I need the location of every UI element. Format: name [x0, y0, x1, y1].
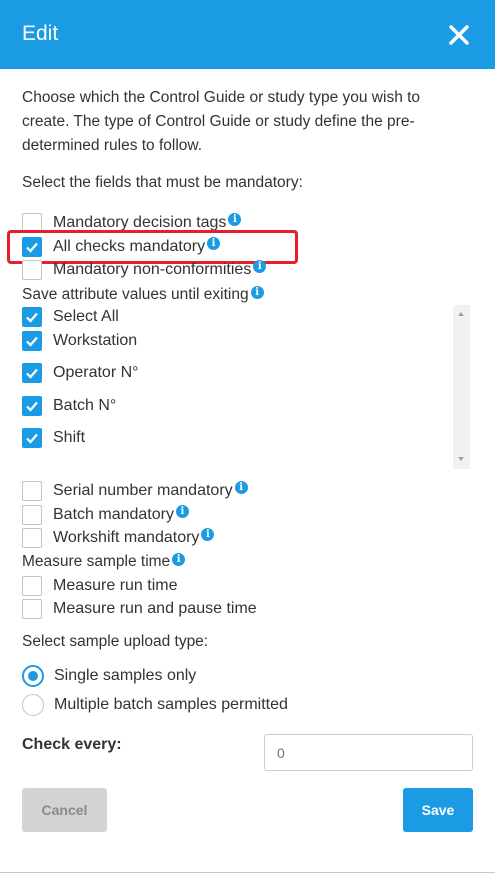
batch-mandatory-option[interactable]: Batch mandatory i	[22, 504, 189, 526]
measure-run-time-option[interactable]: Measure run time	[22, 575, 178, 597]
batch-label: Batch N°	[53, 397, 117, 414]
select-all-option[interactable]: Select All	[22, 306, 119, 328]
batch-mandatory-label: Batch mandatory	[53, 506, 174, 523]
batch-option[interactable]: Batch N°	[22, 395, 116, 417]
attributes-list[interactable]: Select All Workstation Operator N° Batch…	[22, 305, 470, 469]
save-button[interactable]: Save	[403, 788, 473, 832]
checkmark-icon	[26, 368, 38, 379]
mandatory-non-conformities-label: Mandatory non-conformities	[53, 261, 252, 278]
measure-run-pause-time-label: Measure run and pause time	[53, 600, 257, 617]
mandatory-non-conformities-checkbox[interactable]	[22, 260, 42, 280]
workstation-checkbox[interactable]	[22, 331, 42, 351]
operator-option[interactable]: Operator N°	[22, 362, 139, 384]
modal-title: Edit	[22, 22, 59, 45]
checkmark-icon	[26, 433, 38, 444]
workshift-mandatory-checkbox[interactable]	[22, 528, 42, 548]
measure-run-time-checkbox[interactable]	[22, 576, 42, 596]
workshift-mandatory-label: Workshift mandatory	[53, 529, 200, 546]
upload-type-label: Select sample upload type:	[22, 633, 209, 650]
select-all-label: Select All	[53, 308, 119, 325]
modal-header: Edit	[0, 0, 495, 69]
single-samples-label: Single samples only	[54, 667, 197, 684]
save-attributes-label-text: Save attribute values until exiting	[22, 286, 249, 303]
shift-option[interactable]: Shift	[22, 427, 85, 449]
mandatory-non-conformities-option[interactable]: Mandatory non-conformities i	[22, 259, 267, 281]
info-icon[interactable]: i	[250, 286, 264, 299]
scroll-up-icon[interactable]	[458, 312, 464, 316]
batch-mandatory-checkbox[interactable]	[22, 505, 42, 525]
multiple-batch-label: Multiple batch samples permitted	[54, 696, 288, 713]
save-attributes-label: Save attribute values until exiting i	[22, 286, 264, 304]
info-icon[interactable]: i	[172, 553, 186, 566]
cancel-button[interactable]: Cancel	[22, 788, 107, 832]
multiple-batch-option[interactable]: Multiple batch samples permitted	[22, 694, 288, 716]
scroll-down-icon[interactable]	[458, 457, 464, 461]
intro-text: Choose which the Control Guide or study …	[22, 89, 421, 154]
single-samples-option[interactable]: Single samples only	[22, 665, 196, 687]
batch-checkbox[interactable]	[22, 396, 42, 416]
workstation-option[interactable]: Workstation	[22, 330, 137, 352]
checkmark-icon	[26, 401, 38, 412]
divider	[0, 872, 495, 873]
checkmark-icon	[26, 336, 38, 347]
info-icon[interactable]: i	[175, 504, 189, 518]
measure-sample-time-label: Measure sample time i	[22, 553, 186, 571]
shift-label: Shift	[53, 429, 86, 446]
close-icon[interactable]	[448, 24, 470, 46]
serial-number-mandatory-label: Serial number mandatory	[53, 482, 233, 499]
checkmark-icon	[26, 312, 38, 323]
info-icon[interactable]: i	[234, 480, 248, 494]
mandatory-section-label: Select the fields that must be mandatory…	[22, 174, 303, 191]
serial-number-mandatory-option[interactable]: Serial number mandatory i	[22, 480, 248, 502]
operator-checkbox[interactable]	[22, 363, 42, 383]
measure-run-pause-time-checkbox[interactable]	[22, 599, 42, 619]
check-every-input[interactable]	[264, 734, 473, 771]
multiple-batch-radio[interactable]	[22, 694, 44, 716]
workstation-label: Workstation	[53, 332, 138, 349]
measure-run-time-label: Measure run time	[53, 577, 178, 594]
measure-run-pause-time-option[interactable]: Measure run and pause time	[22, 598, 257, 620]
shift-checkbox[interactable]	[22, 428, 42, 448]
measure-sample-time-label-text: Measure sample time	[22, 553, 171, 570]
info-icon[interactable]: i	[201, 527, 215, 541]
workshift-mandatory-option[interactable]: Workshift mandatory i	[22, 527, 215, 549]
operator-label: Operator N°	[53, 364, 139, 381]
single-samples-radio[interactable]	[22, 665, 44, 687]
select-all-checkbox[interactable]	[22, 307, 42, 327]
check-every-label: Check every:	[22, 736, 122, 753]
info-icon[interactable]: i	[253, 259, 267, 273]
scrollbar[interactable]	[453, 305, 470, 469]
serial-number-mandatory-checkbox[interactable]	[22, 481, 42, 501]
info-icon[interactable]: i	[228, 212, 242, 226]
